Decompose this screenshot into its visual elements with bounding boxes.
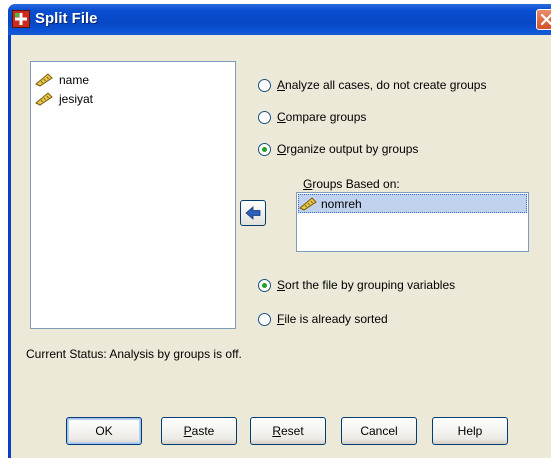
- group-item-nomreh[interactable]: nomreh: [298, 194, 527, 213]
- radio-organize-output[interactable]: Organize output by groups: [258, 142, 418, 156]
- variable-label: jesiyat: [59, 92, 94, 106]
- radio-label: Analyze all cases, do not create groups: [277, 78, 487, 92]
- close-icon: [540, 13, 551, 26]
- radio-circle[interactable]: [258, 78, 271, 92]
- app-icon: [12, 10, 30, 28]
- group-item-label: nomreh: [321, 196, 362, 211]
- window-title: Split File: [35, 10, 98, 27]
- radio-compare-groups[interactable]: Compare groups: [258, 110, 366, 124]
- background-strip: [0, 0, 8, 458]
- arrow-left-icon: [245, 206, 261, 220]
- radio-circle[interactable]: [258, 142, 271, 156]
- radio-label: Sort the file by grouping variables: [277, 278, 456, 292]
- variable-label: name: [59, 73, 90, 87]
- cancel-button[interactable]: Cancel: [341, 417, 417, 445]
- ruler-icon: [35, 73, 53, 87]
- help-button[interactable]: Help: [432, 417, 508, 445]
- current-status-text: Current Status: Analysis by groups is of…: [26, 347, 242, 361]
- radio-circle[interactable]: [258, 278, 271, 292]
- radio-analyze-all[interactable]: Analyze all cases, do not create groups: [258, 78, 486, 92]
- groups-based-on-list[interactable]: nomreh: [296, 192, 529, 252]
- paste-button[interactable]: Paste: [161, 417, 237, 445]
- radio-circle[interactable]: [258, 110, 271, 124]
- close-button[interactable]: [536, 9, 551, 30]
- radio-label: File is already sorted: [277, 312, 388, 326]
- radio-sort-by-grouping[interactable]: Sort the file by grouping variables: [258, 278, 455, 292]
- radio-label: Organize output by groups: [277, 142, 419, 156]
- title-bar[interactable]: Split File: [8, 4, 551, 35]
- ruler-icon: [35, 92, 53, 106]
- radio-circle[interactable]: [258, 312, 271, 326]
- groups-based-on-label: Groups Based on:: [303, 177, 400, 191]
- radio-label: Compare groups: [277, 110, 367, 124]
- ok-button[interactable]: OK: [66, 417, 142, 445]
- radio-already-sorted[interactable]: File is already sorted: [258, 312, 388, 326]
- variable-list[interactable]: name jesiyat: [30, 61, 236, 329]
- move-variable-button[interactable]: [240, 200, 266, 226]
- ruler-icon: [299, 196, 317, 211]
- variable-item-jesiyat[interactable]: jesiyat: [35, 90, 93, 108]
- variable-item-name[interactable]: name: [35, 71, 89, 89]
- reset-button[interactable]: Reset: [250, 417, 326, 445]
